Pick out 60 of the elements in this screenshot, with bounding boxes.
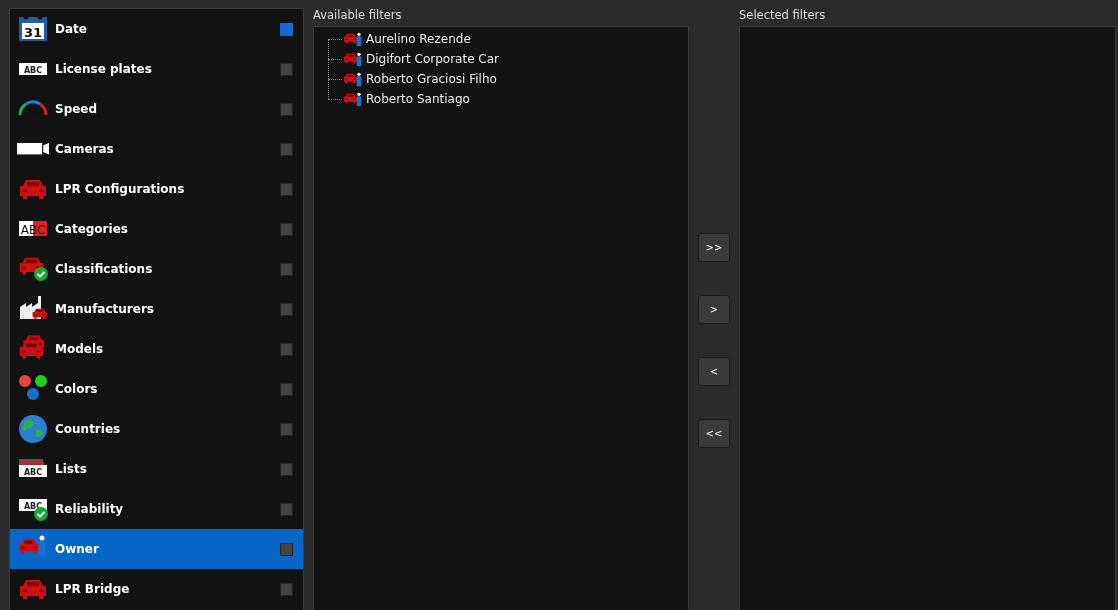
checkbox[interactable] <box>280 462 293 476</box>
filter-category-item[interactable]: LPR Bridge <box>10 569 303 609</box>
category-label: Colors <box>55 382 99 396</box>
filter-category-item[interactable]: ABC Categories <box>10 209 303 249</box>
filter-item[interactable]: Roberto Graciosi Filho <box>366 72 497 86</box>
category-label: Lists <box>55 462 88 476</box>
car-person-icon <box>342 31 364 47</box>
available-filters-title: Available filters <box>313 8 403 24</box>
globe-icon <box>17 413 49 445</box>
checkbox[interactable] <box>280 542 293 556</box>
checkbox[interactable] <box>280 582 293 596</box>
filter-category-item[interactable]: Owner <box>10 529 303 569</box>
category-label: LPR Bridge <box>55 582 131 596</box>
transfer-button[interactable]: > <box>698 295 730 324</box>
filter-category-item[interactable]: Colors <box>10 369 303 409</box>
checkbox[interactable] <box>280 62 293 76</box>
checkbox[interactable] <box>280 22 293 36</box>
filter-category-item[interactable]: Classifications <box>10 249 303 289</box>
checkbox[interactable] <box>280 342 293 356</box>
checkbox[interactable] <box>280 182 293 196</box>
filter-category-item[interactable]: Cameras <box>10 129 303 169</box>
category-label: Manufacturers <box>55 302 155 316</box>
category-label: Owner <box>55 542 100 556</box>
transfer-button[interactable]: < <box>698 357 730 386</box>
filter-item[interactable]: Aurelino Rezende <box>366 32 471 46</box>
filter-item[interactable]: Roberto Santiago <box>366 92 470 106</box>
car-person-icon <box>342 51 364 67</box>
transfer-button[interactable]: >> <box>698 233 730 262</box>
category-label: Reliability <box>55 502 125 516</box>
filter-category-item[interactable]: Models <box>10 329 303 369</box>
filter-category-item[interactable]: ABC Lists <box>10 449 303 489</box>
checkbox[interactable] <box>280 142 293 156</box>
checkbox[interactable] <box>280 262 293 276</box>
category-label: Categories <box>55 222 129 236</box>
filter-category-item[interactable]: Manufacturers <box>10 289 303 329</box>
checkbox[interactable] <box>280 102 293 116</box>
checkbox[interactable] <box>280 302 293 316</box>
checkbox[interactable] <box>280 382 293 396</box>
filter-category-item[interactable]: ABC License plates <box>10 49 303 89</box>
category-label: LPR Configurations <box>55 182 186 196</box>
filter-category-item[interactable]: Countries <box>10 409 303 449</box>
filter-category-item[interactable]: 31 Date <box>10 9 303 49</box>
category-label: Classifications <box>55 262 154 276</box>
category-label: Speed <box>55 102 99 116</box>
filter-category-item[interactable]: Speed <box>10 89 303 129</box>
category-label: License plates <box>55 62 153 76</box>
camera-icon <box>17 143 49 155</box>
category-label: Countries <box>55 422 122 436</box>
filter-item[interactable]: Digifort Corporate Car <box>366 52 499 66</box>
transfer-button[interactable]: << <box>698 419 730 448</box>
filter-category-item[interactable]: LPR Configurations <box>10 169 303 209</box>
category-label: Cameras <box>55 142 115 156</box>
checkbox[interactable] <box>280 502 293 516</box>
car-person-icon <box>342 91 364 107</box>
category-label: Date <box>55 22 88 36</box>
checkbox[interactable] <box>280 222 293 236</box>
category-label: Models <box>55 342 105 356</box>
car-person-icon <box>342 71 364 87</box>
checkbox[interactable] <box>280 422 293 436</box>
selected-filters-title: Selected filters <box>739 8 827 24</box>
